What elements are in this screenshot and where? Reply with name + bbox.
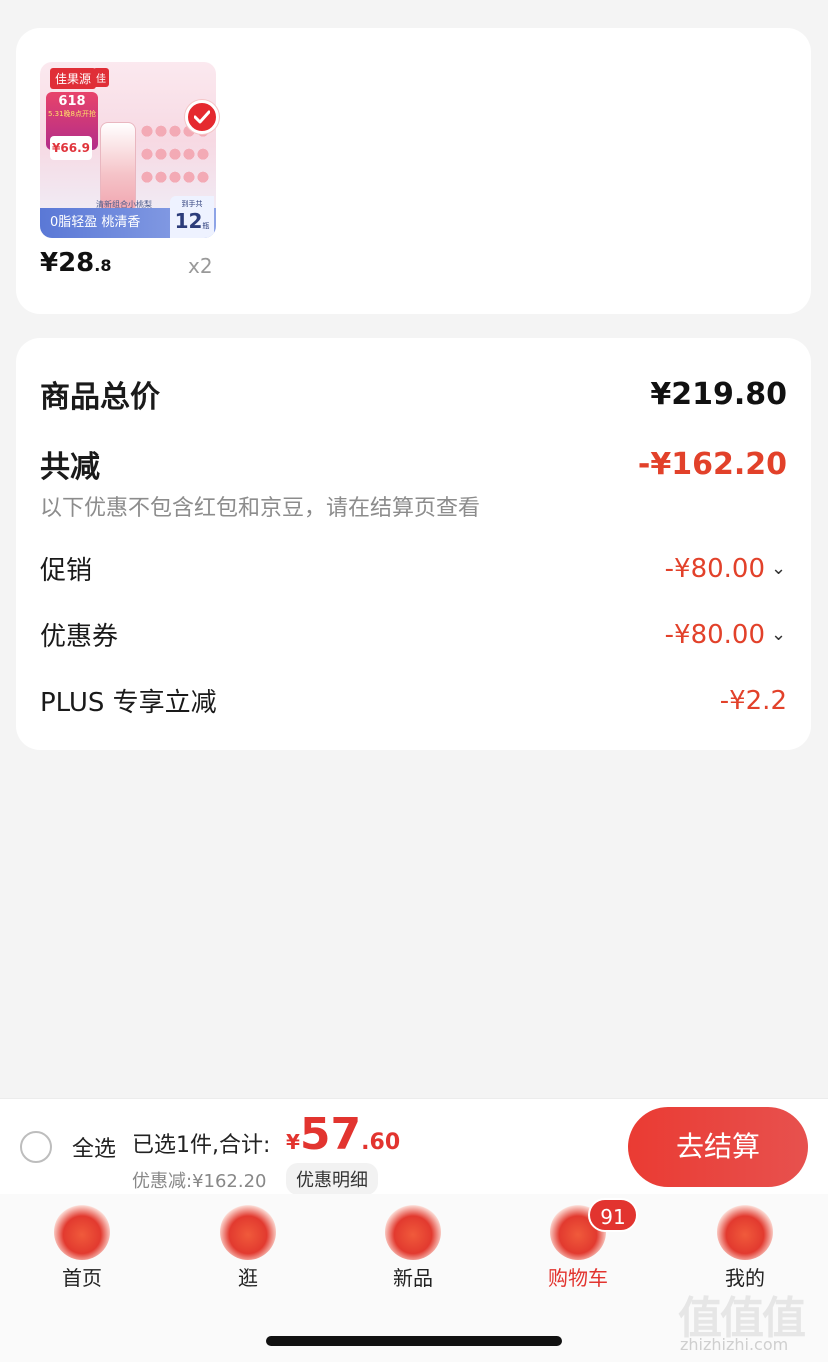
checkout-total-dec: .60 [361,1130,401,1155]
tab-label: 新品 [393,1266,433,1290]
checkout-bar: 全选 已选1件,合计: ¥ 57 .60 优惠减:¥162.20 优惠明细 去结… [0,1098,828,1195]
cart-count-badge: 91 [588,1198,638,1232]
tab-new[interactable]: 新品 [363,1204,463,1291]
brand-small-label: 佳 [93,68,109,87]
guang-icon [220,1204,276,1260]
box-icon [385,1204,441,1260]
checkout-total-int: 57 [299,1109,362,1160]
thumbnail-price: ¥66.9 [50,136,92,160]
price-summary-card: 商品总价 ¥219.80 共减 -¥162.20 以下优惠不包含红包和京豆，请在… [16,338,811,750]
product-price: ¥28.8 [40,248,112,278]
chevron-down-icon: ⌄ [771,624,787,645]
promo-sub: 5.31晚8点开抢 [47,110,97,118]
coupon-row[interactable]: 优惠券 -¥80.00 ⌄ [40,616,787,653]
watermark-url: zhizhizhi.com [680,1335,789,1354]
plus-discount-label: PLUS 专享立减 [40,688,217,718]
checkmark-icon [194,110,210,124]
product-thumbnail[interactable]: 佳果源 佳 618 5.31晚8点开抢 ¥66.9 清新组合小桃梨 0脂轻盈 桃… [40,62,216,238]
promotion-row[interactable]: 促销 -¥80.00 ⌄ [40,550,787,587]
product-selected-check[interactable] [185,100,219,134]
tab-label: 逛 [238,1266,258,1290]
promotion-label: 促销 [40,556,93,586]
promo-title: 618 [58,94,86,109]
select-all-radio[interactable] [20,1131,52,1163]
product-quantity: x2 [188,254,213,278]
total-reduce-label: 共减 [40,450,100,485]
plus-discount-value: -¥2.2 [719,685,787,716]
count-unit: 瓶 [202,222,210,230]
profile-icon [717,1204,773,1260]
total-reduce-row: 共减 -¥162.20 [40,442,787,486]
tab-label: 购物车 [548,1266,608,1290]
home-indicator[interactable] [266,1336,562,1346]
checkout-discount-text: 优惠减:¥162.20 [132,1171,267,1192]
discount-detail-button[interactable]: 优惠明细 [286,1163,378,1195]
checkout-total: ¥ 57 .60 [286,1109,400,1160]
total-price-row: 商品总价 ¥219.80 [40,372,787,416]
bottle-image [100,122,136,210]
product-price-dec: .8 [94,256,112,275]
product-price-int: ¥28 [40,248,95,278]
selected-count-text: 已选1件,合计: [132,1133,271,1158]
total-reduce-value: -¥162.20 [637,446,787,482]
discount-note: 以下优惠不包含红包和京豆，请在结算页查看 [40,496,481,521]
coupon-value: -¥80.00 [664,619,765,650]
tab-label: 首页 [62,1266,102,1290]
chevron-down-icon: ⌄ [771,558,787,579]
select-all-label[interactable]: 全选 [72,1131,116,1163]
promotion-value: -¥80.00 [664,553,765,584]
tab-guang[interactable]: 逛 [198,1204,298,1291]
count-value: 12 [174,209,203,233]
count-label: 到手共 [181,200,203,208]
checkout-total-currency: ¥ [286,1130,300,1154]
brand-label: 佳果源 [50,68,97,89]
coupon-label: 优惠券 [40,622,119,652]
home-icon [54,1204,110,1260]
product-card: 佳果源 佳 618 5.31晚8点开抢 ¥66.9 清新组合小桃梨 0脂轻盈 桃… [16,28,811,314]
checkout-button[interactable]: 去结算 [628,1107,808,1187]
tab-home[interactable]: 首页 [32,1204,132,1291]
tab-cart[interactable]: 91 购物车 [528,1198,638,1291]
total-price-value: ¥219.80 [650,376,787,412]
bottle-count-badge: 到手共 12瓶 [170,196,214,238]
plus-discount-row: PLUS 专享立减 -¥2.2 [40,682,787,719]
tab-mine[interactable]: 我的 [695,1204,795,1291]
total-price-label: 商品总价 [40,380,160,415]
